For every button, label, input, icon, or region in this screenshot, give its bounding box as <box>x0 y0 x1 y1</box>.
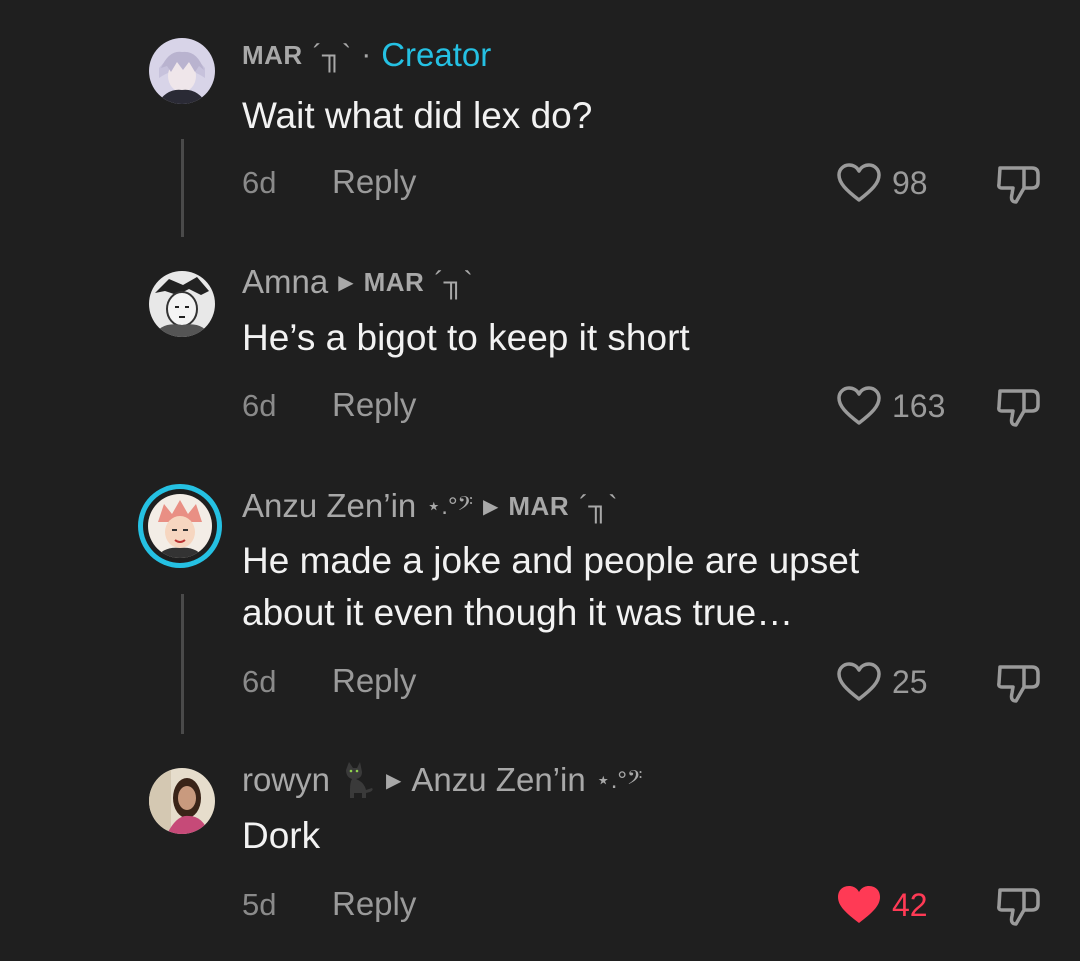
dislike-icon[interactable] <box>994 884 1042 928</box>
reply-arrow-icon: ▶ <box>483 495 499 518</box>
username-decoration: ⋆.°𝄢 <box>426 492 473 520</box>
heart-icon[interactable] <box>836 385 882 427</box>
like-count: 98 <box>892 165 928 201</box>
reply-to-username[interactable]: Anzu Zen’in <box>411 761 585 799</box>
username-decoration: ´╖` <box>312 39 352 70</box>
dislike-icon[interactable] <box>994 661 1042 705</box>
comment-time: 6d <box>242 388 277 423</box>
like-count: 42 <box>892 887 928 923</box>
comment-header: Anzu Zen’in ⋆.°𝄢 ▶ MAR ´╖` <box>242 486 618 526</box>
comment-text-line: He made a joke and people are upset <box>242 540 860 581</box>
creator-badge: Creator <box>381 36 492 73</box>
separator: · <box>361 38 372 71</box>
comment-time: 6d <box>242 165 277 200</box>
avatar[interactable] <box>149 768 215 834</box>
username[interactable]: rowyn <box>242 761 330 799</box>
comment-header: rowyn ▶ Anzu Zen’in ⋆.°𝄢 <box>242 760 642 800</box>
comment-header: MAR ´╖` · Creator <box>242 35 491 75</box>
username[interactable]: Amna <box>242 263 328 301</box>
username-decoration: ⋆.°𝄢 <box>595 766 643 794</box>
reply-button[interactable]: Reply <box>332 386 416 424</box>
avatar[interactable] <box>149 271 215 337</box>
username-decoration: ´╖` <box>434 266 473 297</box>
thread-line <box>181 139 184 237</box>
username[interactable]: Anzu Zen’in <box>242 487 416 525</box>
comment-text: He’s a bigot to keep it short <box>242 317 690 358</box>
reply-button[interactable]: Reply <box>332 163 416 201</box>
username-decoration: ´╖` <box>579 490 618 521</box>
reply-to-username[interactable]: MAR <box>508 491 569 522</box>
reply-arrow-icon: ▶ <box>338 271 354 294</box>
avatar[interactable] <box>138 484 222 568</box>
avatar[interactable] <box>149 38 215 104</box>
black-cat-icon <box>340 760 376 800</box>
dislike-icon[interactable] <box>994 385 1042 429</box>
username[interactable]: MAR <box>242 40 303 71</box>
reply-button[interactable]: Reply <box>332 662 416 700</box>
comment-text: Wait what did lex do? <box>242 95 593 136</box>
thread-line <box>181 594 184 734</box>
like-count: 25 <box>892 664 928 700</box>
comment-time: 6d <box>242 664 277 699</box>
comment-text-line: about it even though it was true… <box>242 592 794 633</box>
heart-icon[interactable] <box>836 162 882 204</box>
reply-button[interactable]: Reply <box>332 885 416 923</box>
heart-filled-icon[interactable] <box>836 884 882 926</box>
comment-text: He made a joke and people are upset abou… <box>242 535 1022 639</box>
comment-time: 5d <box>242 887 277 922</box>
comment-text: Dork <box>242 815 321 856</box>
dislike-icon[interactable] <box>994 162 1042 206</box>
reply-to-username[interactable]: MAR <box>364 267 425 298</box>
reply-arrow-icon: ▶ <box>386 769 402 792</box>
like-count: 163 <box>892 388 946 424</box>
comment-header: Amna ▶ MAR ´╖` <box>242 262 473 302</box>
heart-icon[interactable] <box>836 661 882 703</box>
